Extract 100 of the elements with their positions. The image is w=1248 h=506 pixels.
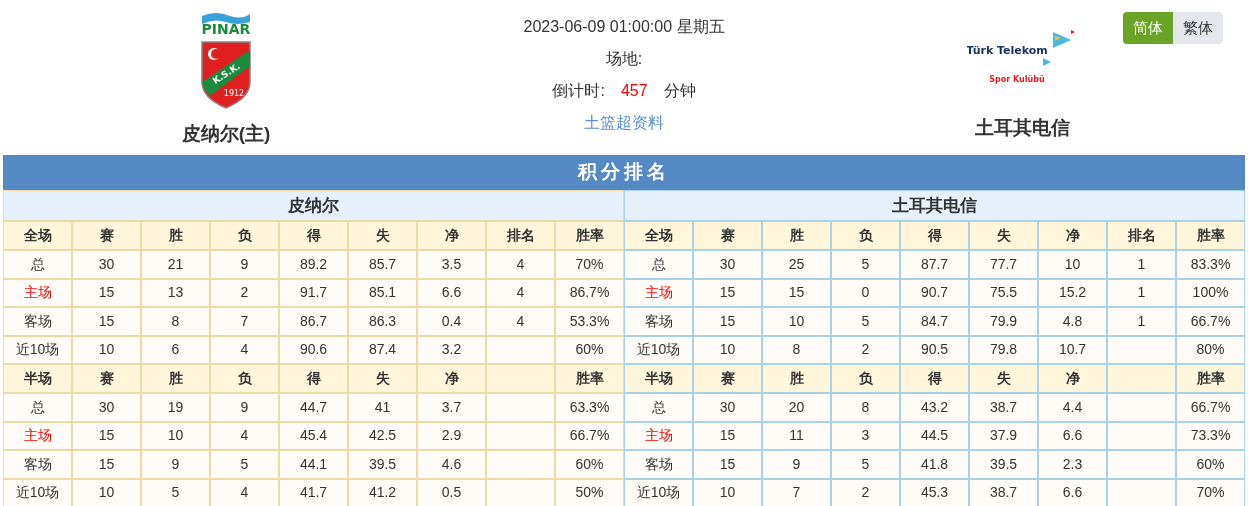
table-cell: 总 [3,393,72,422]
table-cell: 10 [72,478,141,506]
table-cell: 6.6 [1038,478,1107,506]
table-cell: 3.7 [417,393,486,422]
table-cell: 4.4 [1038,393,1107,422]
column-header: 赛 [72,364,141,393]
header-cell [1107,364,1176,393]
table-cell: 1 [1107,278,1176,307]
table-cell: 60% [555,335,624,364]
table-cell: 9 [210,393,279,422]
table-cell: 15 [693,450,762,479]
table-cell: 5 [141,478,210,506]
table-cell: 主场 [3,278,72,307]
column-header: 失 [969,364,1038,393]
column-header: 失 [969,221,1038,250]
table-cell: 63.3% [555,393,624,422]
table-cell: 8 [762,335,831,364]
column-header: 净 [417,221,486,250]
club-logo: Türk Telekom Spor Kulübü [967,30,1077,86]
table-cell: 90.7 [900,278,969,307]
table-cell [1107,393,1176,422]
away-team-name: 土耳其电信 [974,116,1070,140]
table-cell: 9 [141,450,210,479]
column-header: 胜率 [1176,221,1245,250]
column-header: 胜 [762,221,831,250]
table-cell: 87.7 [900,250,969,279]
table-cell: 4 [486,307,555,336]
venue-label: 场地: [605,49,643,69]
language-tab[interactable]: 繁体 [1173,12,1223,44]
table-cell: 10 [693,335,762,364]
table-cell [1107,450,1176,479]
table-cell: 2 [210,278,279,307]
table-cell: 近10场 [3,335,72,364]
table-cell: 50% [555,478,624,506]
column-header: 得 [279,364,348,393]
column-header: 全场 [3,221,72,250]
language-tab[interactable]: 简体 [1123,12,1173,44]
table-cell: 45.3 [900,478,969,506]
table-cell: 66.7% [555,421,624,450]
table-cell: 53.3% [555,307,624,336]
table-cell: 15.2 [1038,278,1107,307]
table-cell: 41.2 [348,478,417,506]
table-cell: 70% [1176,478,1245,506]
team-name-header: 土耳其电信 [624,190,1245,221]
column-header: 得 [900,221,969,250]
league-info-link[interactable]: 土篮超资料 [584,112,664,134]
table-cell: 86.7 [279,307,348,336]
table-cell: 10 [762,307,831,336]
table-cell: 80% [1176,335,1245,364]
column-header: 负 [210,221,279,250]
table-cell: 30 [693,393,762,422]
column-header: 半场 [624,364,693,393]
table-cell: 总 [624,393,693,422]
table-cell: 5 [831,250,900,279]
column-header: 负 [831,221,900,250]
column-header: 全场 [624,221,693,250]
column-header: 得 [279,221,348,250]
table-cell: 41.7 [279,478,348,506]
table-cell: 79.9 [969,307,1038,336]
table-cell: 38.7 [969,478,1038,506]
countdown-value: 457 [620,81,648,101]
column-header: 胜率 [1176,364,1245,393]
table-cell: 7 [210,307,279,336]
standings-title-bar: 积分排名 [3,155,1245,190]
table-cell: 19 [141,393,210,422]
table-cell: 60% [1176,450,1245,479]
column-header: 赛 [693,221,762,250]
table-cell: 主场 [624,278,693,307]
table-cell: 90.5 [900,335,969,364]
table-cell [486,450,555,479]
table-cell: 30 [72,250,141,279]
table-cell [486,478,555,506]
table-cell: 84.7 [900,307,969,336]
table-cell: 41.8 [900,450,969,479]
table-cell: 15 [72,421,141,450]
table-cell: 91.7 [279,278,348,307]
table-cell: 2 [831,478,900,506]
table-cell: 4 [210,421,279,450]
table-cell: 73.3% [1176,421,1245,450]
table-cell: 近10场 [3,478,72,506]
table-cell: 15 [693,421,762,450]
table-cell: 60% [555,450,624,479]
table-cell: 15 [72,278,141,307]
table-cell: 10 [693,478,762,506]
table-cell: 主场 [624,421,693,450]
table-cell: 9 [210,250,279,279]
column-header: 半场 [3,364,72,393]
table-cell: 41 [348,393,417,422]
table-cell: 3.5 [417,250,486,279]
table-cell [486,393,555,422]
table-cell: 7 [762,478,831,506]
table-cell: 30 [72,393,141,422]
column-header: 胜率 [555,221,624,250]
table-cell: 77.7 [969,250,1038,279]
table-cell: 75.5 [969,278,1038,307]
table-cell: 2.9 [417,421,486,450]
table-cell: 5 [831,450,900,479]
table-cell: 客场 [624,307,693,336]
table-cell: 15 [693,278,762,307]
table-cell: 6.6 [1038,421,1107,450]
